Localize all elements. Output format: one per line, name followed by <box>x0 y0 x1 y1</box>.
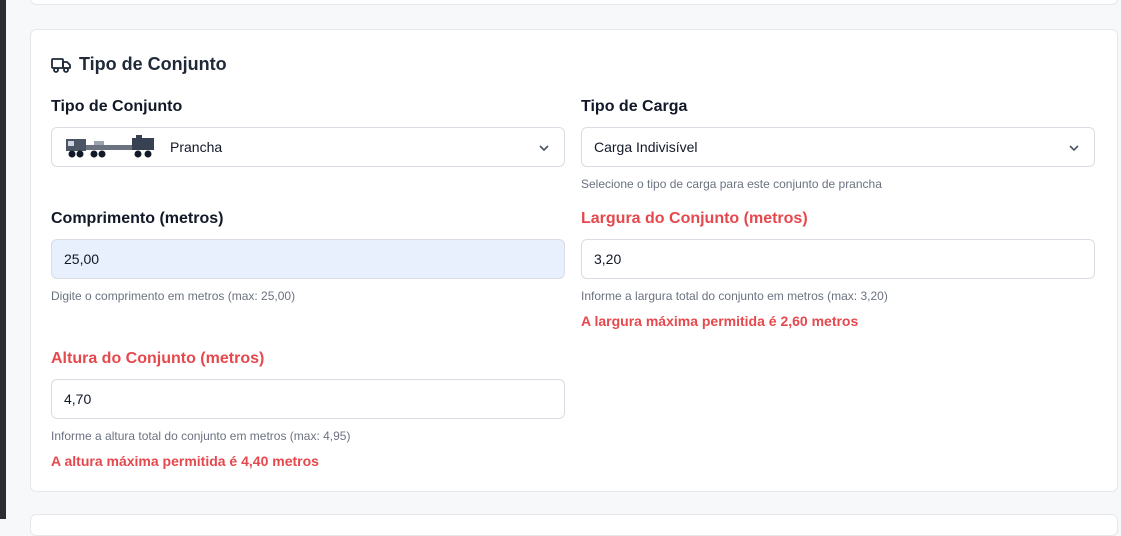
altura-field: Altura do Conjunto (metros) 4,70 Informe… <box>51 349 565 469</box>
comprimento-label: Comprimento (metros) <box>51 210 224 227</box>
tipo-conjunto-field: Tipo de Conjunto Prancha <box>51 97 565 167</box>
comprimento-field: Comprimento (metros) 25,00 Digite o comp… <box>51 209 565 303</box>
window-left-edge <box>0 0 6 519</box>
prancha-truck-image <box>64 135 158 159</box>
previous-card <box>30 0 1118 5</box>
largura-input[interactable]: 3,20 <box>581 239 1095 279</box>
largura-error: A largura máxima permitida é 2,60 metros <box>581 313 859 329</box>
comprimento-value: 25,00 <box>64 251 100 267</box>
altura-input[interactable]: 4,70 <box>51 379 565 419</box>
comprimento-input[interactable]: 25,00 <box>51 239 565 279</box>
altura-label: Altura do Conjunto (metros) <box>51 350 265 367</box>
tipo-carga-field: Tipo de Carga Carga Indivisível Selecion… <box>581 97 1095 191</box>
section-title-text: Tipo de Conjunto <box>79 54 227 74</box>
tipo-conjunto-card: Tipo de Conjunto Tipo de Conjunto Pranch… <box>30 29 1118 492</box>
tipo-conjunto-select[interactable]: Prancha <box>51 127 565 167</box>
chevron-down-icon <box>538 141 550 157</box>
chevron-down-icon <box>1068 141 1080 157</box>
altura-help: Informe a altura total do conjunto em me… <box>51 429 351 443</box>
altura-error: A altura máxima permitida é 4,40 metros <box>51 453 319 469</box>
largura-value: 3,20 <box>594 251 622 267</box>
largura-help: Informe a largura total do conjunto em m… <box>581 289 888 303</box>
comprimento-help: Digite o comprimento em metros (max: 25,… <box>51 289 296 303</box>
tipo-conjunto-label: Tipo de Conjunto <box>51 98 183 115</box>
tipo-conjunto-value: Prancha <box>170 139 223 155</box>
tipo-carga-select[interactable]: Carga Indivisível <box>581 127 1095 167</box>
next-card <box>30 514 1118 536</box>
tipo-carga-help: Selecione o tipo de carga para este conj… <box>581 177 882 191</box>
tipo-carga-value: Carga Indivisível <box>594 139 698 155</box>
truck-icon <box>51 56 71 74</box>
tipo-carga-label: Tipo de Carga <box>581 98 688 115</box>
largura-field: Largura do Conjunto (metros) 3,20 Inform… <box>581 209 1095 329</box>
largura-label: Largura do Conjunto (metros) <box>581 210 808 227</box>
altura-value: 4,70 <box>64 391 92 407</box>
section-title: Tipo de Conjunto <box>51 54 227 75</box>
